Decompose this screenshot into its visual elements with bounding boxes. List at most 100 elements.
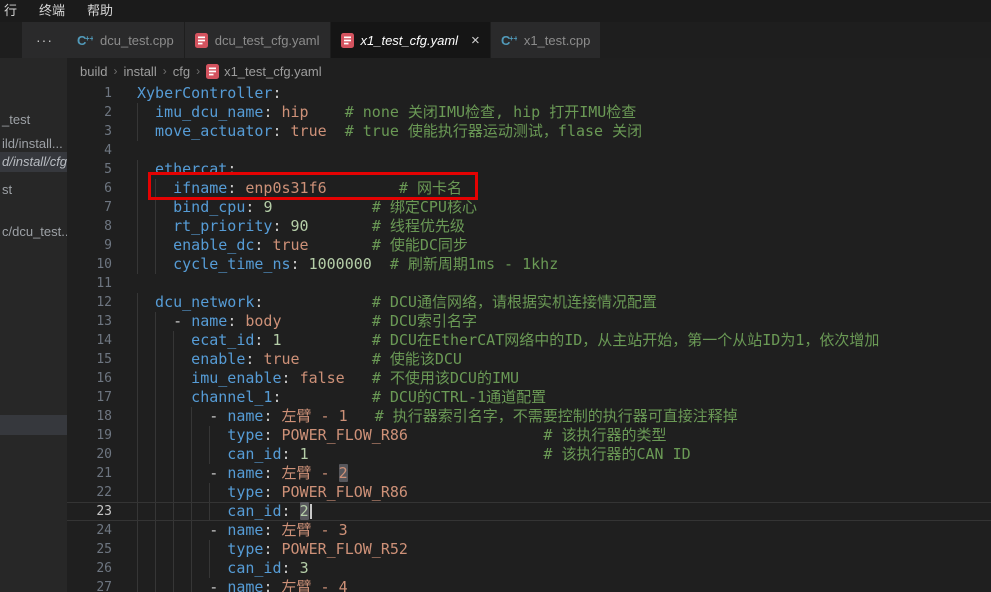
code-line-18[interactable]: 18 - name: 左臂 - 1 # 执行器索引名字，不需要控制的执行器可直接… (67, 407, 991, 426)
sidebar-item-empty[interactable] (0, 415, 67, 435)
code-line-4[interactable]: 4 (67, 141, 991, 160)
code-line-26[interactable]: 26 can_id: 3 (67, 559, 991, 578)
line-number[interactable]: 17 (67, 388, 112, 407)
line-number[interactable]: 26 (67, 559, 112, 578)
line-number[interactable]: 10 (67, 255, 112, 274)
code-content[interactable]: imu_enable: false # 不使用该DCU的IMU (137, 369, 991, 388)
line-number[interactable]: 25 (67, 540, 112, 559)
code-content[interactable]: type: POWER_FLOW_R52 (137, 540, 991, 559)
breadcrumb-segment-build[interactable]: build (80, 64, 107, 79)
tab-dcu_test_cfg.yaml[interactable]: dcu_test_cfg.yaml (185, 22, 331, 58)
menu-item-0[interactable]: 行 (0, 0, 28, 22)
code-content[interactable]: ethercat: (137, 160, 991, 179)
code-line-13[interactable]: 13 - name: body # DCU索引名字 (67, 312, 991, 331)
code-content[interactable]: enable: true # 使能该DCU (137, 350, 991, 369)
line-number[interactable]: 3 (67, 122, 112, 141)
code-line-11[interactable]: 11 (67, 274, 991, 293)
sidebar-item-d/install/cfg[interactable]: d/install/cfg (0, 152, 67, 172)
line-number[interactable]: 5 (67, 160, 112, 179)
code-line-6[interactable]: 6 ifname: enp0s31f6 # 网卡名 (67, 179, 991, 198)
line-number[interactable]: 19 (67, 426, 112, 445)
code-content[interactable]: dcu_network: # DCU通信网络，请根据实机连接情况配置 (137, 293, 991, 312)
code-content[interactable]: can_id: 1 # 该执行器的CAN ID (137, 445, 991, 464)
code-line-3[interactable]: 3 move_actuator: true # true 使能执行器运动测试，f… (67, 122, 991, 141)
sidebar-item-st[interactable]: st (0, 180, 67, 200)
code-content[interactable]: rt_priority: 90 # 线程优先级 (137, 217, 991, 236)
code-line-24[interactable]: 24 - name: 左臂 - 3 (67, 521, 991, 540)
line-number[interactable]: 23 (67, 503, 112, 520)
code-line-16[interactable]: 16 imu_enable: false # 不使用该DCU的IMU (67, 369, 991, 388)
line-number[interactable]: 20 (67, 445, 112, 464)
line-number[interactable]: 15 (67, 350, 112, 369)
code-line-27[interactable]: 27 - name: 左臂 - 4 (67, 578, 991, 592)
code-content[interactable]: bind_cpu: 9 # 绑定CPU核心 (137, 198, 991, 217)
code-line-1[interactable]: 1 XyberController: (67, 84, 991, 103)
code-line-21[interactable]: 21 - name: 左臂 - 2 (67, 464, 991, 483)
code-content[interactable]: imu_dcu_name: hip # none 关闭IMU检查, hip 打开… (137, 103, 991, 122)
line-number[interactable]: 16 (67, 369, 112, 388)
more-actions-button[interactable]: ··· (22, 22, 67, 58)
code-line-5[interactable]: 5 ethercat: (67, 160, 991, 179)
code-line-2[interactable]: 2 imu_dcu_name: hip # none 关闭IMU检查, hip … (67, 103, 991, 122)
breadcrumb-file[interactable]: x1_test_cfg.yaml (206, 64, 322, 79)
line-number[interactable]: 13 (67, 312, 112, 331)
sidebar-item-c/dcu_test...[interactable]: c/dcu_test... (0, 222, 67, 242)
code-line-9[interactable]: 9 enable_dc: true # 使能DC同步 (67, 236, 991, 255)
line-number[interactable]: 11 (67, 274, 112, 293)
line-number[interactable]: 14 (67, 331, 112, 350)
code-content[interactable]: XyberController: (137, 84, 991, 103)
tab-x1_test_cfg.yaml[interactable]: x1_test_cfg.yaml× (331, 22, 491, 58)
code-line-14[interactable]: 14 ecat_id: 1 # DCU在EtherCAT网络中的ID，从主站开始… (67, 331, 991, 350)
line-number[interactable]: 18 (67, 407, 112, 426)
line-number[interactable]: 1 (67, 84, 112, 103)
code-content[interactable]: enable_dc: true # 使能DC同步 (137, 236, 991, 255)
code-line-15[interactable]: 15 enable: true # 使能该DCU (67, 350, 991, 369)
menu-item-2[interactable]: 帮助 (76, 0, 124, 22)
code-content[interactable]: type: POWER_FLOW_R86 # 该执行器的类型 (137, 426, 991, 445)
code-content[interactable]: - name: 左臂 - 4 (137, 578, 991, 592)
line-number[interactable]: 7 (67, 198, 112, 217)
code-content[interactable]: ecat_id: 1 # DCU在EtherCAT网络中的ID，从主站开始，第一… (137, 331, 991, 350)
breadcrumb-segment-cfg[interactable]: cfg (173, 64, 190, 79)
code-line-22[interactable]: 22 type: POWER_FLOW_R86 (67, 483, 991, 502)
code-content[interactable]: can_id: 2 (137, 503, 991, 520)
line-number[interactable]: 4 (67, 141, 112, 160)
code-line-10[interactable]: 10 cycle_time_ns: 1000000 # 刷新周期1ms - 1k… (67, 255, 991, 274)
code-line-19[interactable]: 19 type: POWER_FLOW_R86 # 该执行器的类型 (67, 426, 991, 445)
tab-dcu_test.cpp[interactable]: C++dcu_test.cpp (67, 22, 185, 58)
breadcrumb-segment-install[interactable]: install (123, 64, 156, 79)
code-line-20[interactable]: 20 can_id: 1 # 该执行器的CAN ID (67, 445, 991, 464)
line-number[interactable]: 24 (67, 521, 112, 540)
code-content[interactable]: - name: 左臂 - 1 # 执行器索引名字，不需要控制的执行器可直接注释掉 (137, 407, 991, 426)
code-editor[interactable]: 1XyberController:2 imu_dcu_name: hip # n… (67, 84, 991, 592)
line-number[interactable]: 9 (67, 236, 112, 255)
line-number[interactable]: 2 (67, 103, 112, 122)
code-content[interactable]: ifname: enp0s31f6 # 网卡名 (137, 179, 991, 198)
code-content[interactable]: channel_1: # DCU的CTRL-1通道配置 (137, 388, 991, 407)
menu-item-1[interactable]: 终端 (28, 0, 76, 22)
line-number[interactable]: 27 (67, 578, 112, 592)
code-content[interactable]: - name: body # DCU索引名字 (137, 312, 991, 331)
line-number[interactable]: 21 (67, 464, 112, 483)
tab-x1_test.cpp[interactable]: C++x1_test.cpp (491, 22, 602, 58)
sidebar-item-ild/install...[interactable]: ild/install... (0, 134, 67, 154)
line-number[interactable]: 12 (67, 293, 112, 312)
close-icon[interactable]: × (471, 33, 480, 48)
code-content[interactable] (137, 141, 991, 160)
code-content[interactable]: can_id: 3 (137, 559, 991, 578)
line-number[interactable]: 8 (67, 217, 112, 236)
code-content[interactable]: move_actuator: true # true 使能执行器运动测试，fla… (137, 122, 991, 141)
code-line-7[interactable]: 7 bind_cpu: 9 # 绑定CPU核心 (67, 198, 991, 217)
code-content[interactable]: - name: 左臂 - 2 (137, 464, 991, 483)
code-line-23[interactable]: 23 can_id: 2 (67, 502, 991, 521)
line-number[interactable]: 22 (67, 483, 112, 502)
code-line-12[interactable]: 12 dcu_network: # DCU通信网络，请根据实机连接情况配置 (67, 293, 991, 312)
code-line-25[interactable]: 25 type: POWER_FLOW_R52 (67, 540, 991, 559)
line-number[interactable]: 6 (67, 179, 112, 198)
code-content[interactable]: type: POWER_FLOW_R86 (137, 483, 991, 502)
code-line-8[interactable]: 8 rt_priority: 90 # 线程优先级 (67, 217, 991, 236)
code-content[interactable] (137, 274, 991, 293)
code-content[interactable]: - name: 左臂 - 3 (137, 521, 991, 540)
sidebar-item-_test[interactable]: _test (0, 110, 67, 130)
code-content[interactable]: cycle_time_ns: 1000000 # 刷新周期1ms - 1khz (137, 255, 991, 274)
